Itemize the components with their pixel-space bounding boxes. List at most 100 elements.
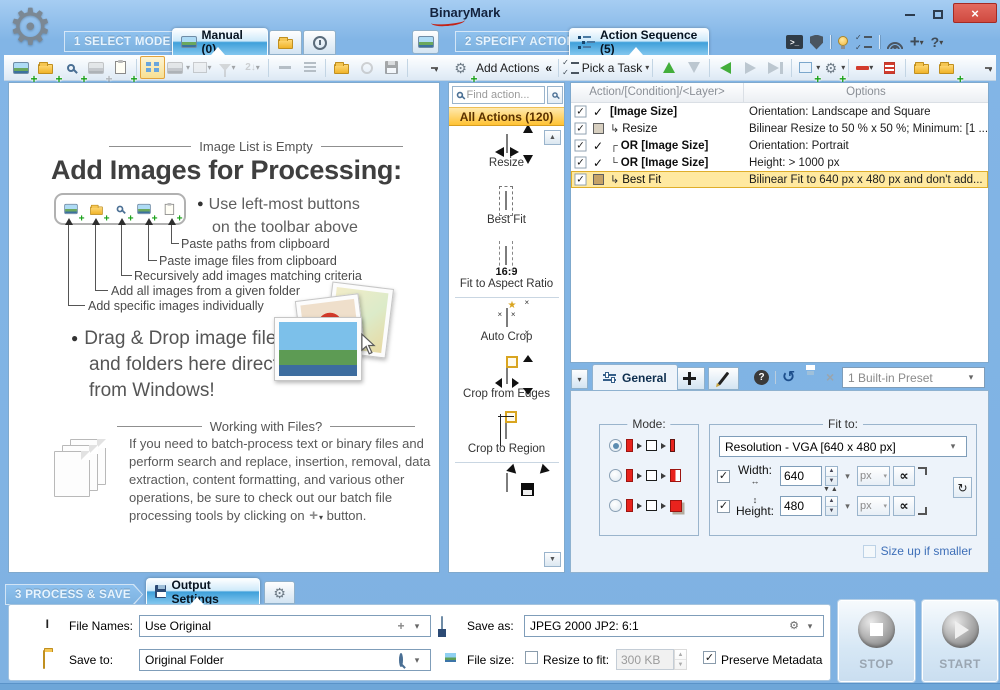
file-size-input[interactable] bbox=[616, 649, 674, 670]
column-action[interactable]: Action/[Condition]/<Layer> bbox=[571, 83, 744, 102]
preset-dropdown[interactable]: 1 Built-in Preset ▾ bbox=[842, 367, 985, 388]
add-by-search-button[interactable]: + bbox=[58, 56, 83, 79]
height-unit-dropdown[interactable]: px▾ bbox=[857, 496, 890, 516]
link-dimensions-button[interactable]: ↻ bbox=[953, 477, 972, 498]
add-actions-button[interactable]: ⚙+ bbox=[448, 56, 473, 79]
toolbar-overflow-button[interactable]: ▾ bbox=[428, 57, 441, 78]
panel-menu-button[interactable]: ▾ bbox=[571, 369, 588, 389]
undo-button[interactable]: ↺ bbox=[782, 367, 795, 387]
file-size-spinner[interactable]: ▲▼ bbox=[674, 649, 687, 670]
mode-option-2[interactable] bbox=[609, 469, 681, 482]
tab-advanced-output[interactable]: ⚙ bbox=[264, 581, 295, 604]
action-item-fit-aspect[interactable]: 16:9 Fit to Aspect Ratio bbox=[460, 238, 553, 290]
indent-left-button[interactable] bbox=[713, 56, 738, 79]
height-spinner[interactable]: ▲▼ bbox=[825, 496, 838, 516]
web-button[interactable] bbox=[354, 56, 379, 79]
radio-selected[interactable] bbox=[609, 439, 622, 452]
action-item-partial[interactable] bbox=[506, 465, 508, 492]
column-options[interactable]: Options bbox=[744, 83, 988, 102]
size-up-checkbox[interactable] bbox=[863, 545, 876, 558]
width-checkbox[interactable] bbox=[717, 470, 730, 483]
height-input[interactable] bbox=[780, 496, 822, 516]
detail-rows-button[interactable] bbox=[297, 56, 322, 79]
pages-menu-button[interactable]: ▾ bbox=[190, 56, 215, 79]
mode-option-3[interactable] bbox=[609, 499, 682, 512]
minimize-button[interactable] bbox=[897, 6, 923, 23]
resolution-dropdown[interactable]: Resolution - VGA [640 x 480 px] ▾ bbox=[719, 436, 967, 457]
chevron-down-icon[interactable]: ▾ bbox=[409, 655, 425, 666]
tab-scheduler[interactable] bbox=[303, 30, 336, 55]
open-sequence-button[interactable] bbox=[909, 56, 934, 79]
sequence-row[interactable]: ↳Resize Bilinear Resize to 50 % x 50 %; … bbox=[571, 120, 988, 137]
row-checkbox[interactable] bbox=[575, 123, 587, 135]
save-to-dropdown[interactable]: Original Folder ▾ bbox=[139, 649, 431, 671]
file-names-dropdown[interactable]: Use Original + ▾ bbox=[139, 615, 431, 637]
chevron-down-icon[interactable]: ▾ bbox=[802, 621, 818, 632]
row-checkbox[interactable] bbox=[575, 157, 587, 169]
width-unit-dropdown[interactable]: px▾ bbox=[857, 466, 890, 486]
add-action-menu-button[interactable]: ⚙+▾ bbox=[820, 56, 845, 79]
move-down-button[interactable] bbox=[681, 56, 706, 79]
sequence-row[interactable]: [Image Size] Orientation: Landscape and … bbox=[571, 103, 988, 120]
add-tools-button[interactable]: +▾ bbox=[910, 33, 924, 51]
tips-button[interactable] bbox=[838, 33, 848, 51]
collapse-button[interactable]: « bbox=[545, 61, 552, 75]
indent-right-button[interactable] bbox=[738, 56, 763, 79]
action-item-auto-crop[interactable]: ×× ×× ★ Auto Crop bbox=[481, 300, 533, 343]
shield-button[interactable] bbox=[810, 33, 823, 51]
help-icon[interactable]: ? bbox=[754, 370, 769, 385]
tab-position[interactable] bbox=[674, 367, 705, 390]
console-button[interactable]: >_ bbox=[786, 33, 803, 51]
proportional-width-button[interactable]: ∝ bbox=[893, 466, 915, 486]
action-item-crop-edges[interactable]: Crop from Edges bbox=[463, 357, 550, 400]
save-list-button[interactable] bbox=[379, 56, 404, 79]
scroll-up-button[interactable]: ▲ bbox=[544, 130, 561, 145]
add-folder-button[interactable]: + bbox=[33, 56, 58, 79]
delete-preset-button[interactable]: × bbox=[826, 369, 834, 385]
sequence-row[interactable]: └OR [Image Size] Height: > 1000 px bbox=[571, 154, 988, 171]
sort-menu-button[interactable]: 2↓▾ bbox=[240, 56, 265, 79]
add-images-button[interactable]: + bbox=[8, 56, 33, 79]
thumbnail-view-button[interactable] bbox=[140, 56, 165, 79]
radio[interactable] bbox=[609, 499, 622, 512]
search-options-button[interactable] bbox=[547, 86, 563, 104]
feed-button[interactable] bbox=[887, 33, 903, 51]
image-view-button[interactable] bbox=[412, 30, 439, 54]
add-condition-button[interactable]: +▾ bbox=[795, 56, 820, 79]
sequence-row-selected[interactable]: ↳Best Fit Bilinear Fit to 640 px x 480 p… bbox=[571, 171, 988, 188]
maximize-button[interactable] bbox=[925, 6, 951, 23]
scroll-down-button[interactable]: ▼ bbox=[544, 552, 561, 567]
all-actions-header[interactable]: All Actions (120) bbox=[449, 107, 564, 126]
help-button[interactable]: ?▾ bbox=[931, 33, 944, 51]
plus-icon[interactable]: + bbox=[393, 619, 409, 633]
chevron-down-icon[interactable]: ▾ bbox=[841, 501, 854, 512]
close-button[interactable]: × bbox=[953, 3, 997, 23]
move-up-button[interactable] bbox=[656, 56, 681, 79]
stop-button[interactable]: STOP bbox=[838, 600, 915, 682]
mode-option-1[interactable] bbox=[609, 439, 675, 452]
width-input[interactable] bbox=[780, 466, 822, 486]
action-item-resize[interactable]: Resize bbox=[489, 126, 524, 169]
format-settings-icon[interactable]: ⚙ bbox=[786, 619, 802, 633]
skip-button[interactable] bbox=[763, 56, 788, 79]
sequence-row[interactable]: ┌OR [Image Size] Orientation: Portrait bbox=[571, 137, 988, 154]
save-sequence-button[interactable]: + bbox=[934, 56, 959, 79]
resize-to-fit-checkbox[interactable] bbox=[525, 651, 538, 664]
chevron-down-icon[interactable]: ▾ bbox=[841, 471, 854, 482]
pick-task-button[interactable]: Pick a Task bbox=[582, 61, 642, 75]
tab-general[interactable]: General bbox=[592, 364, 678, 390]
tasks-button[interactable]: ✓ ✓ bbox=[855, 33, 872, 51]
preserve-metadata-checkbox[interactable] bbox=[703, 651, 716, 664]
toolbar-overflow-button-right[interactable]: ▾ bbox=[982, 57, 995, 78]
filter-menu-button[interactable]: ▾ bbox=[215, 56, 240, 79]
tab-folder-monitor[interactable] bbox=[269, 30, 302, 55]
add-multiple-button[interactable]: + bbox=[83, 56, 108, 79]
search-icon[interactable] bbox=[393, 655, 409, 665]
radio[interactable] bbox=[609, 469, 622, 482]
open-list-button[interactable] bbox=[329, 56, 354, 79]
remove-action-button[interactable]: ▾ bbox=[852, 56, 877, 79]
row-checkbox[interactable] bbox=[575, 140, 587, 152]
action-item-best-fit[interactable]: Best Fit bbox=[487, 183, 526, 226]
row-checkbox[interactable] bbox=[575, 106, 587, 118]
find-action-input[interactable] bbox=[467, 89, 542, 101]
